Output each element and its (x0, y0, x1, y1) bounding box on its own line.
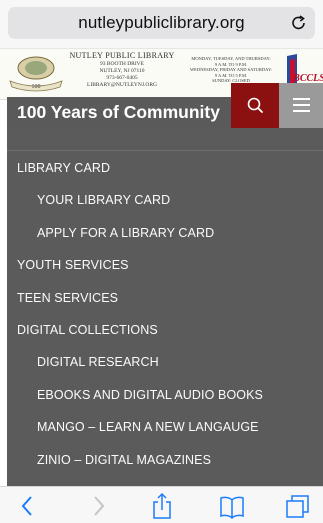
address-line2: NUTLEY, NJ 07110 (99, 68, 145, 74)
bookmarks-icon[interactable] (218, 492, 246, 520)
address-bar[interactable]: nutleypubliclibrary.org (8, 7, 315, 39)
browser-url-bar-area: nutleypubliclibrary.org (0, 0, 323, 48)
menu-item-digital-research[interactable]: Digital Research (7, 355, 323, 369)
url-text[interactable]: nutleypubliclibrary.org (8, 13, 315, 33)
site-header: 100 Years of Community (7, 83, 323, 129)
library-contact-info: NUTLEY PUBLIC LIBRARY 93 BOOTH DRIVE NUT… (63, 51, 181, 89)
site-title[interactable]: 100 Years of Community (17, 99, 222, 126)
menu-item-teen-services[interactable]: Teen Services (7, 291, 323, 305)
phone-number: 973-667-0405 (106, 75, 138, 81)
menu-item-digital-collections[interactable]: Digital Collections (7, 323, 323, 337)
search-icon (247, 97, 263, 113)
svg-text:100: 100 (32, 84, 41, 90)
menu-item-mango[interactable]: Mango – Learn a New Langauge (7, 420, 323, 434)
hours-line: MONDAY, TUESDAY, AND THURSDAY: (191, 56, 271, 61)
library-seal-logo: 100 (9, 56, 63, 92)
menu-item-apply-library-card[interactable]: Apply For A Library Card (7, 226, 323, 240)
address-line1: 93 BOOTH DRIVE (100, 61, 144, 67)
browser-toolbar (0, 486, 323, 523)
hamburger-menu-icon (293, 98, 310, 112)
menu-item-library-card[interactable]: Library Card (7, 161, 323, 175)
library-hours: MONDAY, TUESDAY, AND THURSDAY: 9 A.M. TO… (183, 56, 279, 84)
menu-toggle-button[interactable] (279, 83, 323, 129)
forward-chevron-icon[interactable] (84, 492, 112, 520)
tabs-icon[interactable] (284, 492, 312, 520)
hours-line: WEDNESDAY, FRIDAY AND SATURDAY: (189, 67, 273, 72)
email-address: LIBRARY@NUTLEYNJ.ORG (87, 82, 157, 88)
menu-item-your-library-card[interactable]: Your Library Card (7, 193, 323, 207)
reload-icon[interactable] (290, 14, 308, 32)
menu-divider (7, 150, 323, 151)
share-icon[interactable] (148, 492, 176, 520)
menu-item-zinio[interactable]: Zinio – Digital Magazines (7, 453, 323, 467)
library-name: NUTLEY PUBLIC LIBRARY (69, 51, 175, 60)
search-button[interactable] (231, 83, 279, 129)
back-chevron-icon[interactable] (14, 492, 42, 520)
menu-item-youth-services[interactable]: Youth Services (7, 258, 323, 272)
menu-item-ebooks-audio[interactable]: eBooks and Digital Audio Books (7, 388, 323, 402)
navigation-menu: Library Card Your Library Card Apply For… (7, 128, 323, 486)
